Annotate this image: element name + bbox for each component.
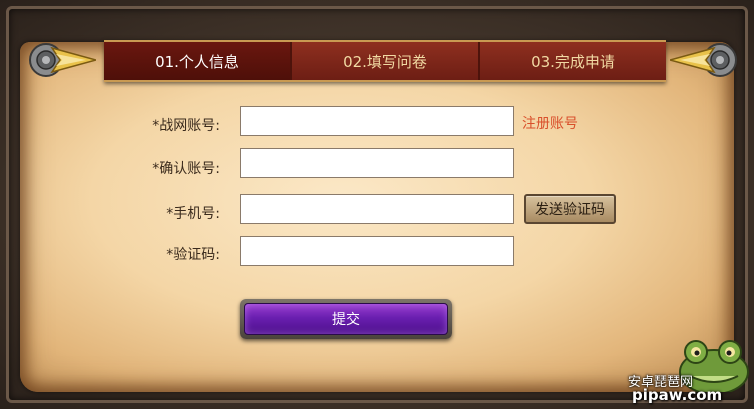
tab-questionnaire[interactable]: 02.填写问卷 <box>292 42 480 80</box>
tab-complete-application[interactable]: 03.完成申请 <box>480 42 666 80</box>
confirm-account-label: *确认账号: <box>152 161 220 177</box>
submit-button-frame: 提交 <box>240 299 452 339</box>
phone-input[interactable] <box>240 194 514 224</box>
right-arrow-ornament-icon <box>670 43 737 77</box>
left-arrow-ornament-icon <box>29 43 96 77</box>
verification-code-label: *验证码: <box>166 247 220 263</box>
verification-code-input[interactable] <box>240 236 514 266</box>
watermark-english: pipaw.com <box>632 386 723 404</box>
phone-label: *手机号: <box>166 206 220 222</box>
send-code-button[interactable]: 发送验证码 <box>524 194 616 224</box>
step-tab-bar: 01.个人信息 02.填写问卷 03.完成申请 <box>104 40 666 82</box>
battlenet-account-label: *战网账号: <box>152 118 220 134</box>
register-account-link[interactable]: 注册账号 <box>522 113 578 133</box>
battlenet-account-input[interactable] <box>240 106 514 136</box>
submit-button[interactable]: 提交 <box>244 303 448 335</box>
confirm-account-input[interactable] <box>240 148 514 178</box>
tab-personal-info[interactable]: 01.个人信息 <box>104 42 292 80</box>
